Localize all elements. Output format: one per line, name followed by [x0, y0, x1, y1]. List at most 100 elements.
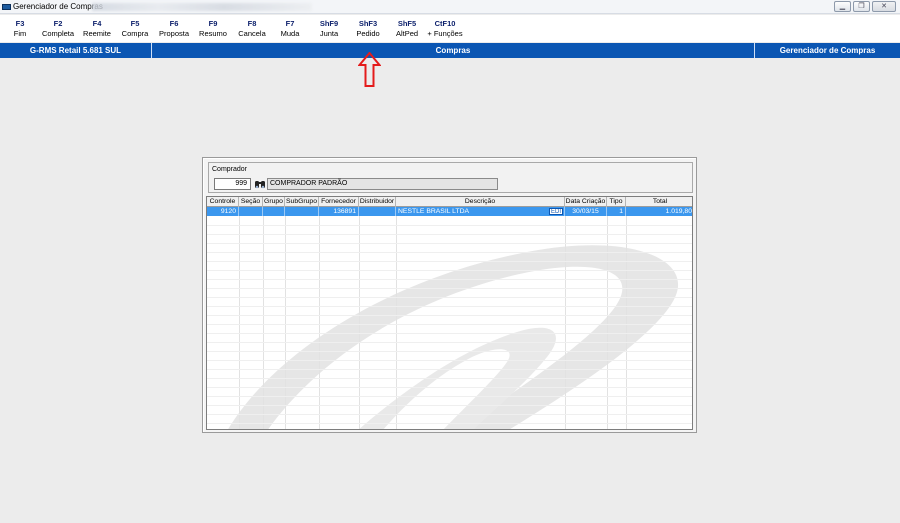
comprador-label: Comprador	[212, 166, 248, 173]
toolbar-key: F4	[92, 19, 102, 28]
toolbar-label: + Funções	[427, 29, 463, 38]
grid-divider	[607, 216, 608, 429]
binoculars-search-icon[interactable]	[254, 178, 266, 190]
toolbar-key: F9	[208, 19, 218, 28]
window-title: Gerenciador de Compras	[13, 2, 103, 11]
toolbar-button-altped[interactable]: ShF5 AltPed	[387, 19, 427, 39]
toolbar-key: CtF10	[434, 19, 456, 28]
module-title: Compras	[435, 46, 471, 55]
restore-button[interactable]: ❐	[853, 1, 870, 12]
orders-grid[interactable]: Controle Seção Grupo SubGrupo Fornecedor…	[206, 196, 693, 430]
column-header-distribuidor[interactable]: Distribuidor	[359, 197, 396, 207]
minimize-button[interactable]: ▁	[834, 1, 851, 12]
toolbar-button-mais-funcoes[interactable]: CtF10 + Funções	[425, 19, 465, 39]
toolbar-key: F5	[130, 19, 140, 28]
grid-divider	[565, 216, 566, 429]
cell-grupo	[263, 207, 285, 216]
grid-row-line	[207, 288, 692, 289]
toolbar-button-junta[interactable]: ShF9 Junta	[309, 19, 349, 39]
grid-row-line	[207, 279, 692, 280]
grid-row-line	[207, 243, 692, 244]
column-header-data-criacao[interactable]: Data Criação	[565, 197, 607, 207]
grid-row-line	[207, 387, 692, 388]
toolbar-label: AltPed	[395, 29, 419, 38]
window-title-bar: Gerenciador de Compras ▁ ❐ ✕	[0, 0, 900, 14]
toolbar-key: ShF3	[358, 19, 378, 28]
grid-row-line	[207, 270, 692, 271]
column-header-subgrupo[interactable]: SubGrupo	[285, 197, 319, 207]
cell-total: 1.019,80	[665, 208, 692, 215]
screen-title: Gerenciador de Compras	[754, 43, 900, 58]
grid-divider	[396, 216, 397, 429]
cell-controle: 9120	[207, 207, 239, 216]
purchase-manager-panel: Comprador 999 COMPRADOR PADRÃO Controle …	[202, 157, 697, 433]
toolbar-label: Cancela	[238, 29, 266, 38]
toolbar-button-muda[interactable]: F7 Muda	[270, 19, 310, 39]
grid-row-line	[207, 378, 692, 379]
comprador-code-field[interactable]: 999	[214, 178, 251, 190]
table-row[interactable]: 9120 136891 NESTLE BRASIL LTDA EDI 30/03…	[207, 207, 692, 216]
product-version: G-RMS Retail 5.681 SUL	[0, 43, 152, 58]
grid-divider	[239, 216, 240, 429]
toolbar-label: Resumo	[199, 29, 227, 38]
cell-secao	[239, 207, 263, 216]
toolbar-key: F3	[15, 19, 25, 28]
toolbar-label: Junta	[319, 29, 339, 38]
cell-descricao: NESTLE BRASIL LTDA	[396, 207, 565, 216]
column-header-controle[interactable]: Controle	[207, 197, 239, 207]
grid-divider	[359, 216, 360, 429]
toolbar-button-proposta[interactable]: F6 Proposta	[154, 19, 194, 39]
toolbar-label: Muda	[280, 29, 300, 38]
toolbar-key: F2	[53, 19, 63, 28]
edi-badge: EDI	[549, 208, 564, 215]
function-key-toolbar: F3 Fim F2 Completa F4 Reemite F5 Compra F6 Pr…	[0, 15, 900, 42]
toolbar-label: Proposta	[158, 29, 190, 38]
grid-divider	[626, 216, 627, 429]
column-header-secao[interactable]: Seção	[239, 197, 263, 207]
grid-row-line	[207, 315, 692, 316]
blurred-title-text	[92, 3, 312, 11]
comprador-group: Comprador 999 COMPRADOR PADRÃO	[208, 162, 693, 193]
cell-data-criacao: 30/03/15	[565, 207, 607, 216]
toolbar-label: Pedido	[356, 29, 380, 38]
toolbar-button-reemite[interactable]: F4 Reemite	[77, 19, 117, 39]
toolbar-key: F7	[285, 19, 295, 28]
grid-row-line	[207, 225, 692, 226]
toolbar-label: Fim	[13, 29, 27, 38]
cell-distribuidor	[359, 207, 396, 216]
grid-row-line	[207, 351, 692, 352]
grid-row-line	[207, 333, 692, 334]
grid-divider	[319, 216, 320, 429]
toolbar-button-compra[interactable]: F5 Compra	[115, 19, 155, 39]
column-header-total[interactable]: Total	[626, 197, 692, 207]
header-status-bar: G-RMS Retail 5.681 SUL Compras Gerenciad…	[0, 43, 900, 58]
comprador-name-field: COMPRADOR PADRÃO	[267, 178, 498, 190]
column-header-tipo[interactable]: Tipo	[607, 197, 626, 207]
grid-row-line	[207, 297, 692, 298]
column-header-grupo[interactable]: Grupo	[263, 197, 285, 207]
column-header-descricao[interactable]: Descrição	[396, 197, 565, 207]
grid-row-line	[207, 261, 692, 262]
grid-divider	[285, 216, 286, 429]
app-icon	[2, 4, 11, 10]
toolbar-button-completa[interactable]: F2 Completa	[38, 19, 78, 39]
toolbar-key: ShF9	[319, 19, 339, 28]
grid-row-line	[207, 414, 692, 415]
grid-row-line	[207, 252, 692, 253]
toolbar-key: F8	[247, 19, 257, 28]
toolbar-label: Completa	[41, 29, 75, 38]
toolbar-label: Reemite	[83, 29, 111, 38]
column-header-fornecedor[interactable]: Fornecedor	[319, 197, 359, 207]
close-button[interactable]: ✕	[872, 1, 896, 12]
toolbar-button-pedido[interactable]: ShF3 Pedido	[348, 19, 388, 39]
grid-header: Controle Seção Grupo SubGrupo Fornecedor…	[207, 197, 692, 207]
cell-fornecedor: 136891	[319, 207, 359, 216]
toolbar-key: ShF5	[397, 19, 417, 28]
toolbar-button-fim[interactable]: F3 Fim	[0, 19, 40, 39]
red-up-arrow-icon	[358, 52, 381, 87]
toolbar-key: F6	[169, 19, 179, 28]
toolbar-button-cancela[interactable]: F8 Cancela	[232, 19, 272, 39]
grid-row-line	[207, 396, 692, 397]
toolbar-button-resumo[interactable]: F9 Resumo	[193, 19, 233, 39]
grid-row-line	[207, 360, 692, 361]
